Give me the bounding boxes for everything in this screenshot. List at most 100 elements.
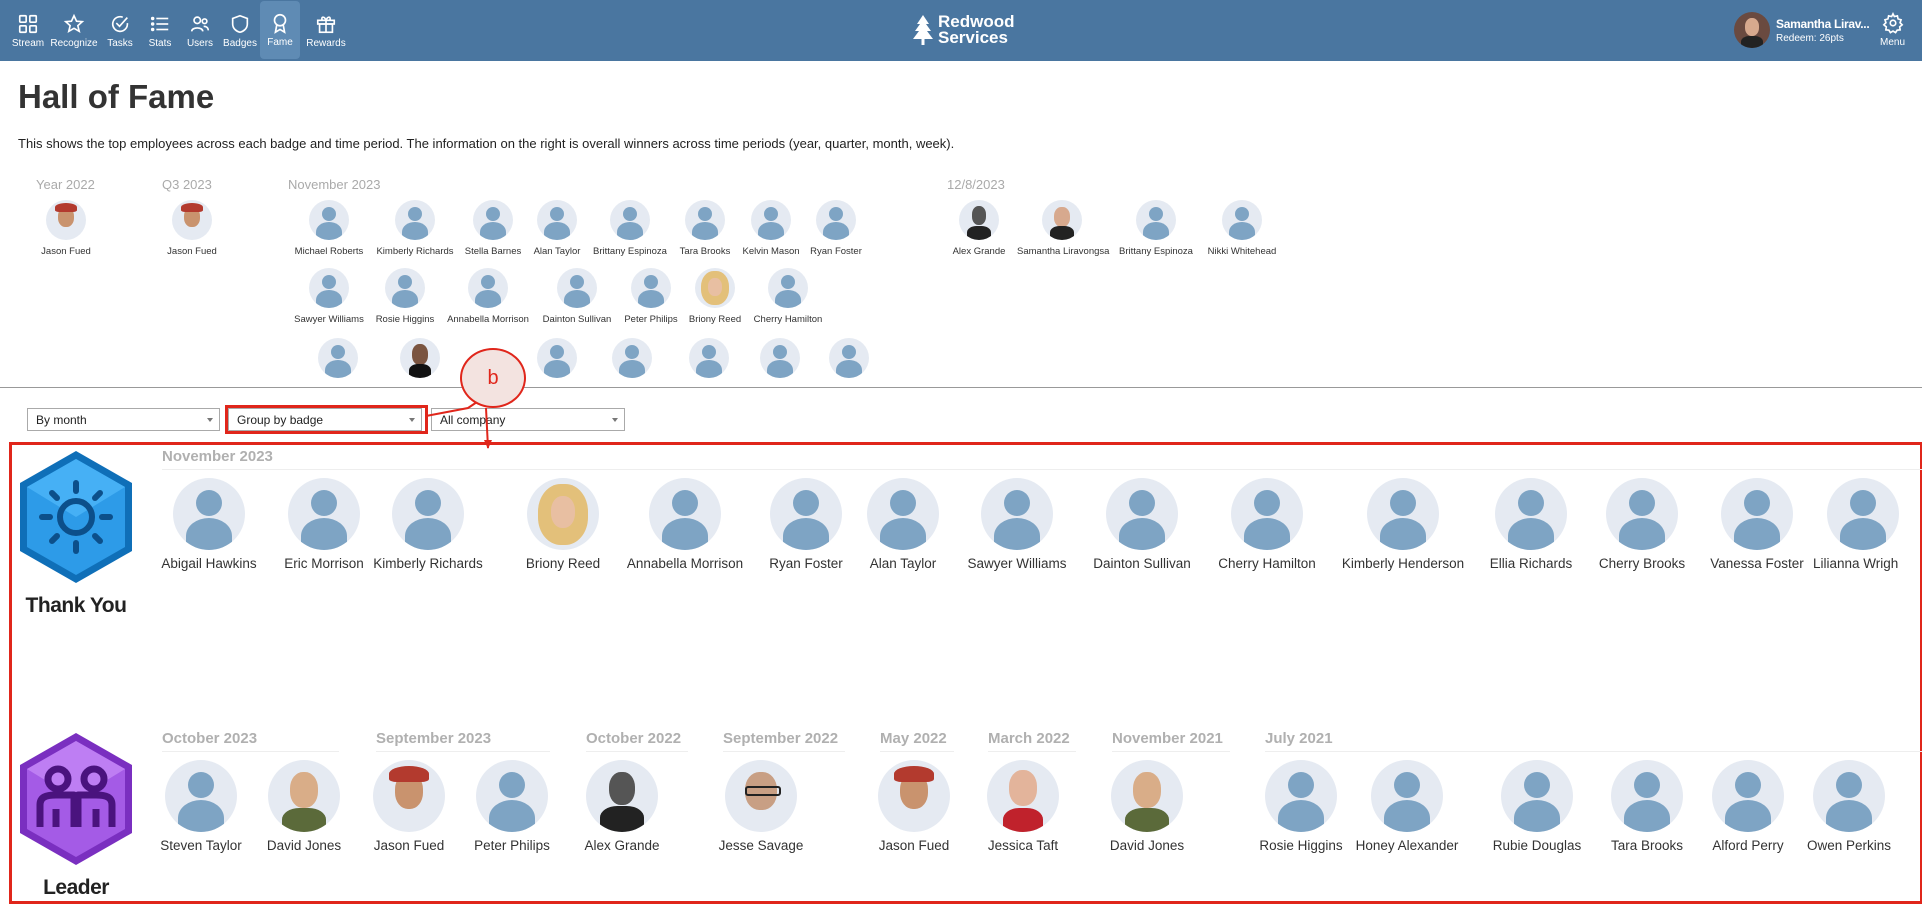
person-name: Brittany Espinoza [1119,246,1193,257]
avatar [1501,760,1573,832]
avatar [770,478,842,550]
leader-badge-name: Leader [43,876,109,899]
group-period-label: March 2022 [988,730,1070,747]
winner[interactable]: Annabella Morrison [620,478,750,571]
avatar [829,338,869,378]
person-name: Owen Perkins [1806,838,1892,853]
avatar [1371,760,1443,832]
avatar [46,200,86,240]
summary-person[interactable]: Brittany Espinoza [1111,200,1201,257]
summary-person[interactable]: Jason Fued [21,200,111,257]
person-name: Jason Fued [41,246,91,257]
person-name: Cherry Brooks [1598,556,1686,571]
summary-person[interactable]: Rosie Higgins [360,268,450,325]
user-profile[interactable]: Samantha Lirav... Redeem: 26pts [1734,12,1870,48]
nav-fame[interactable]: Fame [260,1,300,59]
person-name: Cherry Hamilton [1218,556,1316,571]
person-name: Annabella Morrison [626,556,744,571]
grouping-select[interactable]: Group by badge [228,408,422,431]
winner[interactable]: Kimberly Henderson [1338,478,1468,571]
summary-person[interactable]: Kimberly Richards [370,200,460,257]
summary-person[interactable]: Jason Fued [147,200,237,257]
list-icon [150,16,169,31]
summary-person[interactable]: Nikki Whitehead [1197,200,1287,257]
winner[interactable]: Dainton Sullivan [1077,478,1207,571]
nav-recognize[interactable]: Recognize [48,0,100,61]
summary-person[interactable]: Ryan Foster [791,200,881,257]
grouping-select-value: Group by badge [237,413,324,427]
nav-rewards[interactable]: Rewards [300,0,352,61]
avatar [878,760,950,832]
user-name: Samantha Lirav... [1776,16,1870,31]
menu-button[interactable]: Menu [1880,12,1905,48]
summary-person[interactable]: Alex Grande [934,200,1024,257]
summary-person[interactable]: Samantha Liravongsa [1017,200,1109,257]
avatar [557,268,597,308]
avatar [537,338,577,378]
grid-icon [18,14,38,33]
winner[interactable]: Jesse Savage [696,760,826,853]
winner[interactable]: Cherry Brooks [1577,478,1707,571]
overall-winners-strip: Year 2022 Jason Fued Q3 2023 Jason Fued … [0,170,1922,388]
avatar [473,200,513,240]
winner[interactable]: Briony Reed [498,478,628,571]
avatar [867,478,939,550]
summary-person[interactable]: Michael Roberts [284,200,374,257]
group-divider [162,469,1922,470]
nav-stats[interactable]: Stats [140,0,180,61]
page-description: This shows the top employees across each… [18,136,955,151]
summary-person[interactable]: Cherry Hamilton [743,268,833,325]
winner[interactable]: Abigail Hawkins [144,478,274,571]
person-name: Kimberly Richards [376,246,454,257]
summary-person[interactable] [293,338,383,378]
winner[interactable]: Cherry Hamilton [1202,478,1332,571]
group-divider [586,751,688,752]
avatar [468,268,508,308]
page-title: Hall of Fame [18,78,215,115]
winner[interactable]: Sawyer Williams [952,478,1082,571]
group-divider [162,751,339,752]
person-name: Jessica Taft [987,838,1059,853]
person-name: Rosie Higgins [375,314,435,325]
avatar [987,760,1059,832]
person-name: Alan Taylor [869,556,937,571]
group-period-label: September 2023 [376,730,492,747]
person-name: David Jones [1109,838,1185,853]
winner[interactable]: Lilianna Wrigh [1798,478,1920,571]
avatar [760,338,800,378]
thank-you-badge [16,449,136,590]
summary-quarter-label: Q3 2023 [162,177,212,192]
winner[interactable]: David Jones [1082,760,1212,853]
winner[interactable]: Kimberly Richards [363,478,493,571]
group-divider [1112,751,1230,752]
winner[interactable]: Honey Alexander [1342,760,1472,853]
winner[interactable]: Jessica Taft [958,760,1088,853]
nav-stream[interactable]: Stream [8,0,48,61]
nav-users[interactable]: Users [180,0,220,61]
winner[interactable]: Owen Perkins [1784,760,1914,853]
summary-person[interactable] [375,338,465,378]
nav-badges[interactable]: Badges [220,0,260,61]
avatar [309,268,349,308]
avatar [610,200,650,240]
brand-logo[interactable]: Redwood Services [912,13,1015,46]
winner[interactable]: Alan Taylor [838,478,968,571]
group-divider [880,751,954,752]
person-name: Jesse Savage [718,838,804,853]
check-circle-icon [111,15,129,32]
avatar [172,200,212,240]
person-name: Kimberly Richards [373,556,483,571]
tree-icon [913,15,933,45]
summary-person[interactable]: Annabella Morrison [443,268,533,325]
menu-label: Menu [1880,37,1906,48]
nav-tasks[interactable]: Tasks [100,0,140,61]
summary-person[interactable] [804,338,894,378]
chevron-down-icon [409,418,415,422]
person-name: Dainton Sullivan [1093,556,1191,571]
avatar [309,200,349,240]
nav-stream-label: Stream [11,37,45,49]
summary-year-label: Year 2022 [36,177,95,192]
avatar [268,760,340,832]
winner[interactable]: Alex Grande [557,760,687,853]
period-select[interactable]: By month [27,408,220,431]
